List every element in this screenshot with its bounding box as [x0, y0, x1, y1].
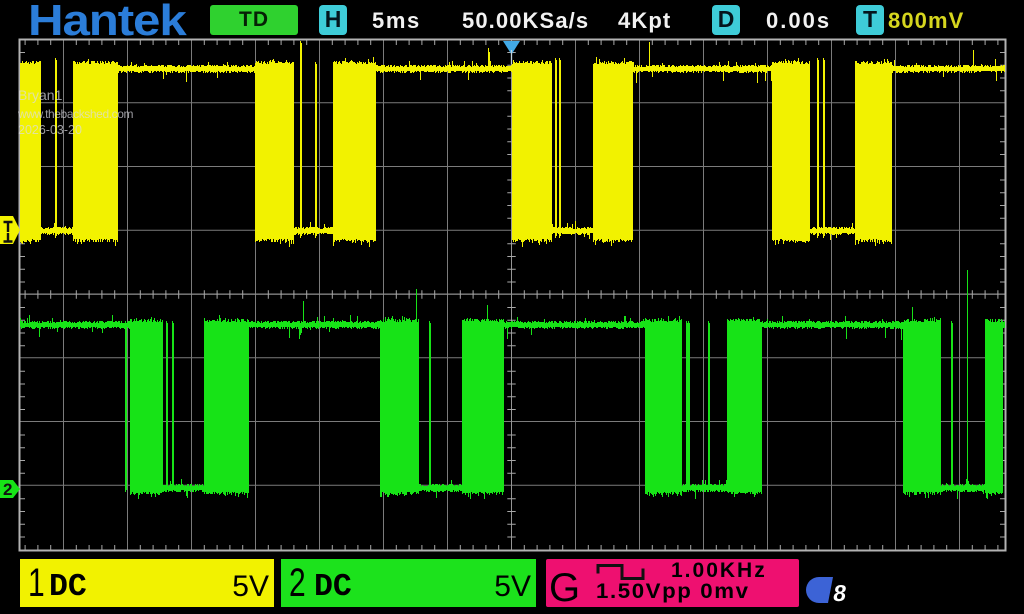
svg-text:8: 8 — [832, 580, 849, 606]
svg-text:2: 2 — [3, 480, 12, 499]
